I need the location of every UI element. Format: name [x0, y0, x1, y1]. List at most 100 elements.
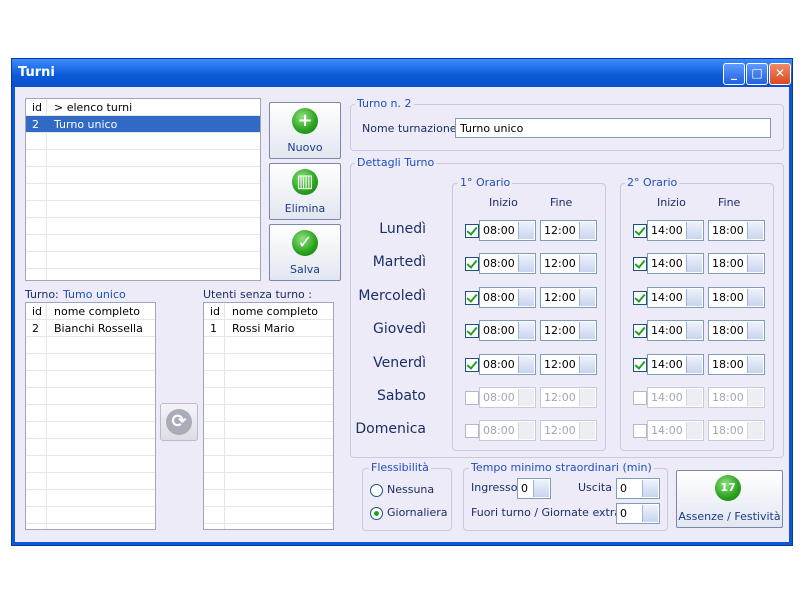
second-start-time-stepper[interactable]: 14:00	[647, 220, 704, 241]
spin-arrows-icon[interactable]	[686, 389, 702, 406]
spin-arrows-icon[interactable]	[747, 356, 763, 373]
second-end-time-stepper[interactable]: 18:00	[708, 253, 765, 274]
overtime-extra-stepper[interactable]: 0	[616, 503, 660, 524]
second-schedule-checkbox[interactable]	[633, 324, 647, 338]
spin-arrows-icon[interactable]	[579, 356, 595, 373]
first-end-time-stepper[interactable]: 12:00	[540, 354, 597, 375]
transfer-button[interactable]: ⟳	[160, 403, 198, 441]
first-schedule-checkbox[interactable]	[465, 358, 479, 372]
spin-arrows-icon[interactable]	[747, 322, 763, 339]
first-start-time-stepper[interactable]: 08:00	[479, 220, 536, 241]
first-schedule-label: 1° Orario	[458, 176, 513, 189]
spin-arrows-icon[interactable]	[533, 480, 549, 497]
flex-daily-radio[interactable]	[370, 507, 383, 520]
header-shifts[interactable]: > elenco turni	[54, 101, 132, 114]
shifts-list[interactable]: id > elenco turni 2 Turno unico	[25, 98, 261, 281]
list-item[interactable]: 2 Turno unico	[26, 116, 260, 133]
first-end-time-stepper[interactable]: 12:00	[540, 287, 597, 308]
spin-arrows-icon[interactable]	[686, 422, 702, 439]
close-button[interactable]: ✕	[769, 63, 791, 85]
spin-arrows-icon[interactable]	[518, 322, 534, 339]
second-end-time-stepper[interactable]: 18:00	[708, 320, 765, 341]
first-end-time-stepper[interactable]: 12:00	[540, 220, 597, 241]
flex-daily-label: Giornaliera	[387, 506, 448, 519]
second-start-time-stepper[interactable]: 14:00	[647, 420, 704, 441]
first-end-time-stepper[interactable]: 12:00	[540, 387, 597, 408]
spin-arrows-icon[interactable]	[747, 422, 763, 439]
second-schedule-checkbox[interactable]	[633, 391, 647, 405]
second-end-time-stepper[interactable]: 18:00	[708, 220, 765, 241]
spin-arrows-icon[interactable]	[518, 255, 534, 272]
spin-arrows-icon[interactable]	[518, 289, 534, 306]
spin-arrows-icon[interactable]	[579, 389, 595, 406]
spin-arrows-icon[interactable]	[579, 222, 595, 239]
spin-arrows-icon[interactable]	[518, 389, 534, 406]
second-start-time-stepper[interactable]: 14:00	[647, 253, 704, 274]
second-schedule-checkbox[interactable]	[633, 257, 647, 271]
second-end-time-stepper[interactable]: 18:00	[708, 354, 765, 375]
first-start-time-stepper[interactable]: 08:00	[479, 253, 536, 274]
spin-arrows-icon[interactable]	[518, 422, 534, 439]
second-start-time-stepper[interactable]: 14:00	[647, 287, 704, 308]
spin-arrows-icon[interactable]	[518, 356, 534, 373]
second-start-time-stepper[interactable]: 14:00	[647, 387, 704, 408]
first-end-time-stepper[interactable]: 12:00	[540, 320, 597, 341]
overtime-group-label: Tempo minimo straordinari (min)	[469, 461, 654, 474]
second-schedule-checkbox[interactable]	[633, 224, 647, 238]
table-row[interactable]: 2 Bianchi Rossella	[26, 320, 155, 337]
spin-arrows-icon[interactable]	[579, 289, 595, 306]
minimize-button[interactable]: _	[723, 63, 745, 85]
overtime-out-stepper[interactable]: 0	[616, 478, 660, 499]
spin-arrows-icon[interactable]	[686, 322, 702, 339]
spin-arrows-icon[interactable]	[579, 422, 595, 439]
spin-arrows-icon[interactable]	[642, 480, 658, 497]
table-row[interactable]: 1 Rossi Mario	[204, 320, 333, 337]
shift-name-input[interactable]: Turno unico	[455, 118, 771, 138]
second-end-time-stepper[interactable]: 18:00	[708, 287, 765, 308]
spin-arrows-icon[interactable]	[747, 389, 763, 406]
first-schedule-checkbox[interactable]	[465, 257, 479, 271]
first-end-time-stepper[interactable]: 12:00	[540, 420, 597, 441]
absences-holidays-button[interactable]: 17 Assenze / Festività	[676, 470, 783, 528]
delete-button[interactable]: ▥ Elimina	[269, 163, 341, 220]
first-schedule-checkbox[interactable]	[465, 391, 479, 405]
new-button[interactable]: + Nuovo	[269, 102, 341, 159]
title-bar[interactable]: Turni _ □ ✕	[12, 59, 792, 87]
save-button[interactable]: ✓ Salva	[269, 224, 341, 281]
first-schedule-checkbox[interactable]	[465, 424, 479, 438]
first-start-time-stepper[interactable]: 08:00	[479, 287, 536, 308]
assigned-users-list[interactable]: id nome completo 2 Bianchi Rossella	[25, 302, 156, 530]
second-end-time-stepper[interactable]: 18:00	[708, 387, 765, 408]
spin-arrows-icon[interactable]	[747, 289, 763, 306]
spin-arrows-icon[interactable]	[686, 289, 702, 306]
second-end-time-stepper[interactable]: 18:00	[708, 420, 765, 441]
spin-arrows-icon[interactable]	[579, 255, 595, 272]
spin-arrows-icon[interactable]	[686, 222, 702, 239]
second-start-time-stepper[interactable]: 14:00	[647, 354, 704, 375]
maximize-button[interactable]: □	[746, 63, 768, 85]
spin-arrows-icon[interactable]	[579, 322, 595, 339]
second-schedule-checkbox[interactable]	[633, 358, 647, 372]
first-start-time-stepper[interactable]: 08:00	[479, 420, 536, 441]
first-schedule-checkbox[interactable]	[465, 291, 479, 305]
second-schedule-checkbox[interactable]	[633, 291, 647, 305]
second-schedule-checkbox[interactable]	[633, 424, 647, 438]
spin-arrows-icon[interactable]	[747, 255, 763, 272]
spin-arrows-icon[interactable]	[642, 505, 658, 522]
spin-arrows-icon[interactable]	[686, 356, 702, 373]
overtime-in-stepper[interactable]: 0	[517, 478, 551, 499]
first-schedule-checkbox[interactable]	[465, 224, 479, 238]
flex-none-radio[interactable]	[370, 484, 383, 497]
second-start-time-stepper[interactable]: 14:00	[647, 320, 704, 341]
second-start-header: Inizio	[657, 196, 686, 209]
first-schedule-checkbox[interactable]	[465, 324, 479, 338]
first-start-time-stepper[interactable]: 08:00	[479, 320, 536, 341]
unassigned-users-list[interactable]: id nome completo 1 Rossi Mario	[203, 302, 334, 530]
unassigned-header: id nome completo	[204, 303, 333, 320]
spin-arrows-icon[interactable]	[518, 222, 534, 239]
spin-arrows-icon[interactable]	[747, 222, 763, 239]
first-start-time-stepper[interactable]: 08:00	[479, 354, 536, 375]
first-end-time-stepper[interactable]: 12:00	[540, 253, 597, 274]
first-start-time-stepper[interactable]: 08:00	[479, 387, 536, 408]
spin-arrows-icon[interactable]	[686, 255, 702, 272]
